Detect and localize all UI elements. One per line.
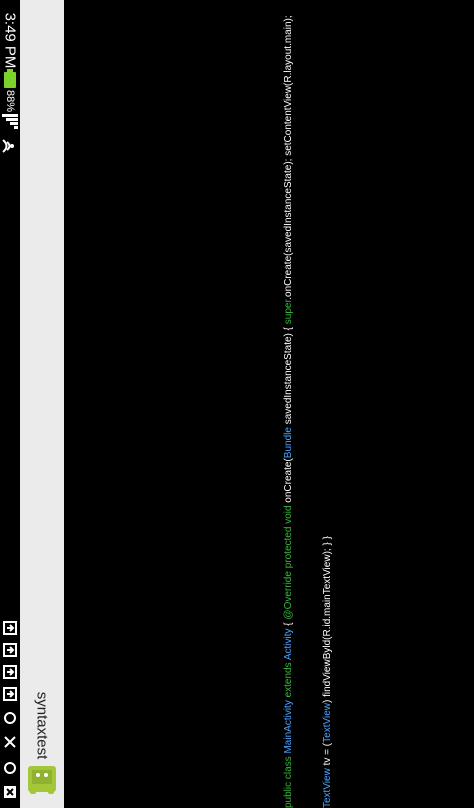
content-area: public class MainActivity extends Activi… (64, 0, 474, 808)
status-time-text: 3:49 PM (1, 12, 19, 68)
action-bar: syntaxtest (20, 0, 64, 808)
code-line: TextView tv = (TextView) findViewByld(R.… (321, 0, 334, 808)
battery-percent: 88% (0, 88, 20, 114)
app-title-text: syntaxtest (33, 691, 51, 759)
notification-download-icon (3, 643, 17, 657)
code-token: super (283, 299, 294, 325)
code-token: @Override protected void (283, 502, 294, 620)
code-token: extends (283, 660, 294, 698)
notification-download-icon (3, 621, 17, 635)
signal-icon (2, 114, 18, 129)
code-token: { (283, 619, 294, 629)
check-icon (4, 736, 16, 748)
battery-percent-text: 88% (4, 89, 16, 113)
app-title: syntaxtest (20, 690, 64, 760)
code-token: savedInstanceState) { (283, 324, 294, 428)
code-token: tv = ( (322, 742, 333, 769)
sync-icon (4, 712, 16, 724)
usb-debug-icon (4, 786, 16, 798)
code-token: MainActivity (283, 697, 294, 754)
code-token: public class (283, 753, 294, 808)
status-bar: 3:49 PM 88% (0, 0, 20, 808)
code-view: public class MainActivity extends Activi… (256, 0, 360, 808)
wifi-icon (2, 139, 14, 153)
code-token: .onCreate(savedInstanceState); setConten… (283, 15, 294, 300)
code-token: TextView (322, 703, 333, 743)
code-token: Bundle (283, 427, 294, 459)
battery-charging-icon (4, 69, 16, 88)
notification-download-icon (3, 665, 17, 679)
status-time: 3:49 PM (0, 0, 20, 80)
android-app-icon[interactable] (26, 762, 58, 796)
notification-download-icon (3, 687, 17, 701)
code-token: TextView (322, 768, 333, 808)
alarm-icon (4, 762, 16, 774)
code-token: onCreate( (283, 458, 294, 503)
code-token: ) findViewByld(R.id.mainTextView); } } (322, 536, 333, 704)
code-token: Activity (283, 628, 294, 661)
code-line: public class MainActivity extends Activi… (282, 0, 295, 808)
